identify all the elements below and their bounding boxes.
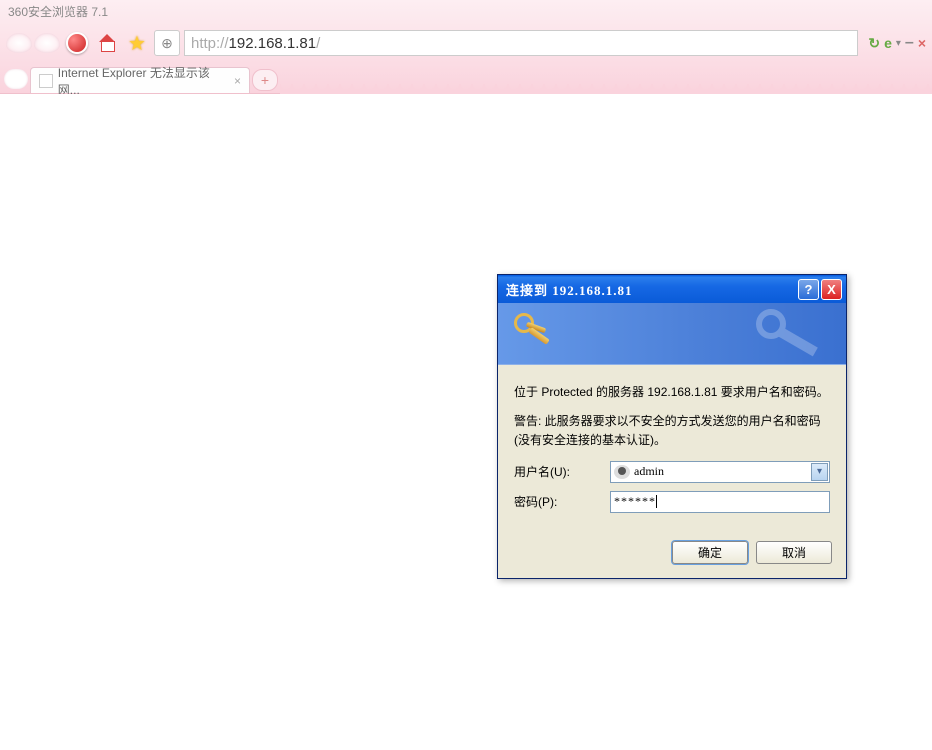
url-protocol: http:// xyxy=(191,35,229,52)
forward-button[interactable] xyxy=(34,33,60,53)
home-button[interactable] xyxy=(94,30,120,56)
cancel-button[interactable]: 取消 xyxy=(756,541,832,564)
dialog-close-button[interactable]: X xyxy=(821,279,842,300)
ok-button[interactable]: 确定 xyxy=(672,541,748,564)
compat-icon[interactable]: e xyxy=(884,35,892,51)
dialog-message-1: 位于 Protected 的服务器 192.168.1.81 要求用户名和密码。 xyxy=(514,383,830,402)
dialog-titlebar[interactable]: 连接到 192.168.1.81 ? X xyxy=(498,275,846,303)
star-icon: ★ xyxy=(128,31,146,56)
browser-toolbar: ★ ⊕ http://192.168.1.81/ ↻ e ▾ – × xyxy=(0,22,932,64)
page-content: 连接到 192.168.1.81 ? X 位于 Protected 的服务器 1… xyxy=(0,94,932,750)
security-shield-button[interactable]: ⊕ xyxy=(154,30,180,56)
tab-strip-decor xyxy=(280,84,932,94)
cloud-icon[interactable] xyxy=(4,69,28,89)
minimize-button[interactable]: – xyxy=(905,34,914,52)
banner-watermark xyxy=(756,309,836,359)
home-icon xyxy=(96,32,118,54)
username-input[interactable]: admin ▾ xyxy=(610,461,830,483)
keys-icon xyxy=(512,311,556,355)
dialog-title: 连接到 192.168.1.81 xyxy=(506,280,796,299)
close-button[interactable]: × xyxy=(918,35,926,51)
text-caret xyxy=(656,495,657,508)
reload-icon xyxy=(66,32,88,54)
stop-reload-button[interactable] xyxy=(64,30,90,56)
back-button[interactable] xyxy=(6,33,32,53)
url-path: / xyxy=(316,35,320,52)
username-dropdown-button[interactable]: ▾ xyxy=(811,463,828,481)
tab-title: Internet Explorer 无法显示该网... xyxy=(58,64,229,98)
browser-titlebar: 360安全浏览器 7.1 xyxy=(0,0,932,22)
dialog-message-2: 警告: 此服务器要求以不安全的方式发送您的用户名和密码(没有安全连接的基本认证)… xyxy=(514,412,830,450)
toolbar-right-controls: ↻ e ▾ – × xyxy=(862,34,926,52)
chevron-down-icon[interactable]: ▾ xyxy=(896,38,901,49)
dialog-banner xyxy=(498,303,846,365)
shield-icon: ⊕ xyxy=(161,35,173,52)
password-label: 密码(P): xyxy=(514,493,610,510)
new-tab-button[interactable]: + xyxy=(252,69,278,91)
password-input[interactable]: ****** xyxy=(610,491,830,513)
favorites-button[interactable]: ★ xyxy=(124,30,150,56)
url-host: 192.168.1.81 xyxy=(229,35,317,52)
user-icon xyxy=(614,465,630,479)
browser-title: 360安全浏览器 7.1 xyxy=(8,3,108,20)
tab-close-button[interactable]: × xyxy=(234,74,241,88)
username-value: admin xyxy=(634,464,664,479)
username-row: 用户名(U): admin ▾ xyxy=(514,461,830,483)
auth-dialog: 连接到 192.168.1.81 ? X 位于 Protected 的服务器 1… xyxy=(497,274,847,579)
address-bar[interactable]: http://192.168.1.81/ xyxy=(184,30,858,56)
share-icon[interactable]: ↻ xyxy=(868,35,880,52)
tab-active[interactable]: Internet Explorer 无法显示该网... × xyxy=(30,67,250,93)
dialog-help-button[interactable]: ? xyxy=(798,279,819,300)
dialog-body: 位于 Protected 的服务器 192.168.1.81 要求用户名和密码。… xyxy=(498,365,846,525)
tab-strip: Internet Explorer 无法显示该网... × + xyxy=(0,64,932,94)
dialog-button-row: 确定 取消 xyxy=(498,525,846,578)
page-favicon xyxy=(39,74,53,88)
password-row: 密码(P): ****** xyxy=(514,491,830,513)
password-value: ****** xyxy=(614,494,656,509)
back-forward-wings[interactable] xyxy=(6,33,60,53)
username-label: 用户名(U): xyxy=(514,463,610,480)
